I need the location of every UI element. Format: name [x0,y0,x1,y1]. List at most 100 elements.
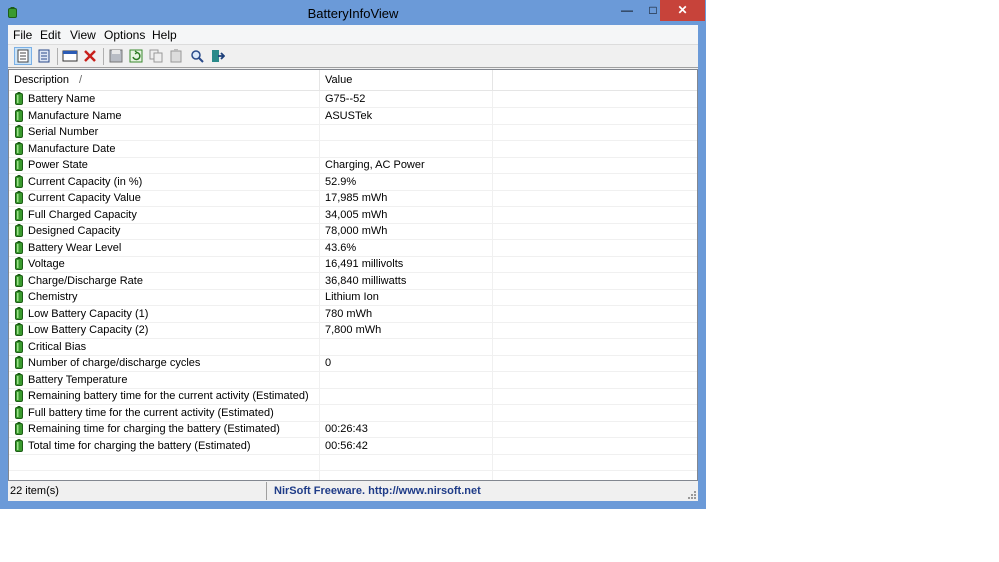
value-cell: 780 mWh [320,305,493,322]
description-text: Charge/Discharge Rate [28,274,143,287]
battery-icon [15,273,23,287]
close-button[interactable]: ✕ [660,0,705,21]
column-header-description[interactable]: Description / [9,70,320,90]
value-text: 17,985 mWh [325,192,388,204]
battery-icon [15,191,23,204]
description-text: Current Capacity Value [28,192,141,204]
value-cell: 43.6% [320,239,493,256]
description-cell: Battery Name [9,91,320,107]
description-cell: Current Capacity Value [9,190,320,206]
menu-view[interactable]: View [70,28,96,42]
description-cell: Low Battery Capacity (1) [9,305,320,322]
description-cell: Number of charge/discharge cycles [9,355,320,371]
table-row[interactable]: Current Capacity Value 17,985 mWh [9,190,697,207]
column-header-value[interactable]: Value [320,70,493,90]
description-text: Low Battery Capacity (1) [28,307,149,320]
html-report-selected-icon[interactable] [14,47,32,65]
table-row[interactable]: Manufacture Name ASUSTek [9,107,697,125]
table-row[interactable]: Voltage 16,491 millivolts [9,256,697,273]
toolbar-separator [103,48,104,65]
battery-icon [15,422,23,435]
table-row[interactable] [9,454,697,471]
description-text: Battery Wear Level [28,241,122,254]
table-row[interactable]: Chemistry Lithium Ion [9,289,697,306]
refresh-icon[interactable] [128,48,144,64]
description-text: Designed Capacity [28,225,121,237]
value-cell [320,124,493,140]
table-row[interactable]: Number of charge/discharge cycles 0 [9,355,697,372]
resize-grip-icon[interactable] [686,489,696,499]
table-row[interactable]: Low Battery Capacity (1) 780 mWh [9,305,697,323]
html-report-all-icon[interactable] [36,48,52,64]
battery-icon [15,372,23,386]
table-row[interactable]: Remaining battery time for the current a… [9,388,697,405]
description-text: Battery Name [28,93,96,105]
title-bar[interactable]: BatteryInfoView — □ ✕ [0,0,706,25]
table-row[interactable]: Full battery time for the current activi… [9,404,697,422]
value-cell: 52.9% [320,173,493,190]
table-row[interactable]: Battery Name G75--52 [9,91,697,108]
table-row[interactable]: Low Battery Capacity (2) 7,800 mWh [9,322,697,339]
save-icon[interactable] [108,48,124,64]
description-text: Total time for charging the battery (Est… [28,439,251,452]
value-cell: ASUSTek [320,107,493,124]
table-row[interactable] [9,470,697,480]
menu-help[interactable]: Help [152,28,177,42]
table-row[interactable]: Remaining time for charging the battery … [9,421,697,438]
table-row[interactable]: Serial Number [9,124,697,141]
table-row[interactable]: Critical Bias [9,338,697,356]
description-text: Full Charged Capacity [28,208,137,221]
toolbar [8,44,698,68]
menu-file[interactable]: File [13,28,32,42]
table-row[interactable]: Current Capacity (in %) 52.9% [9,173,697,191]
battery-icon [15,240,23,254]
find-icon[interactable] [189,48,205,64]
copy-icon[interactable] [148,48,164,64]
battery-icon [15,356,23,369]
description-text: Remaining time for charging the battery … [28,423,280,435]
description-cell: Full Charged Capacity [9,206,320,223]
description-cell [9,470,320,480]
properties-icon[interactable] [62,48,78,64]
description-cell: Current Capacity (in %) [9,173,320,190]
value-cell [320,140,493,157]
nirsoft-link[interactable]: NirSoft Freeware. http://www.nirsoft.net [274,485,481,497]
battery-icon [15,92,23,105]
description-text: Chemistry [28,291,78,303]
table-row[interactable]: Charge/Discharge Rate 36,840 milliwatts [9,272,697,290]
sort-ascending-icon: / [79,74,83,86]
value-text: 43.6% [325,241,357,254]
description-cell: Manufacture Date [9,140,320,157]
table-row[interactable]: Power State Charging, AC Power [9,157,697,174]
table-row[interactable]: Full Charged Capacity 34,005 mWh [9,206,697,224]
value-text: 78,000 mWh [325,225,388,237]
value-text: 780 mWh [325,307,373,320]
description-text: Battery Temperature [28,373,128,386]
description-cell: Critical Bias [9,338,320,355]
menu-edit[interactable]: Edit [40,28,61,42]
description-text: Manufacture Name [28,109,122,122]
description-cell: Battery Wear Level [9,239,320,256]
battery-info-list[interactable]: Description / Value Battery Name G75--52 M… [8,69,698,481]
table-row[interactable]: Battery Wear Level 43.6% [9,239,697,257]
value-text: 00:26:43 [325,423,368,435]
description-cell: Voltage [9,256,320,272]
description-cell: Battery Temperature [9,371,320,388]
description-text: Critical Bias [28,340,87,353]
battery-icon [15,224,23,237]
paste-icon[interactable] [168,48,184,64]
menu-bar: File Edit View Options Help [8,25,698,44]
column-header-description-label: Description [14,74,70,86]
table-row[interactable]: Total time for charging the battery (Est… [9,437,697,455]
list-header: Description / Value [9,70,697,91]
table-row[interactable]: Battery Temperature [9,371,697,389]
battery-icon [15,438,23,452]
delete-icon[interactable] [82,48,98,64]
table-row[interactable]: Manufacture Date [9,140,697,158]
table-row[interactable]: Designed Capacity 78,000 mWh [9,223,697,240]
exit-icon[interactable] [209,48,225,64]
minimize-button[interactable]: — [614,0,640,21]
description-cell: Remaining battery time for the current a… [9,388,320,404]
menu-options[interactable]: Options [104,28,145,42]
battery-icon [15,339,23,353]
